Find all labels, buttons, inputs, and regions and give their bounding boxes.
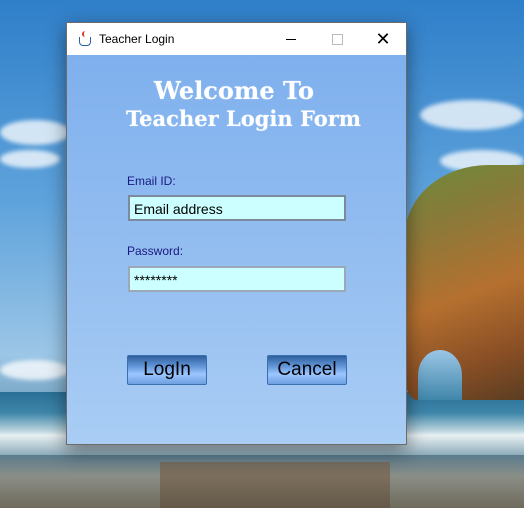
email-field[interactable]: Email address xyxy=(128,195,346,221)
rock-reflection xyxy=(160,462,390,508)
form-panel: Welcome To Teacher Login Form Email ID: … xyxy=(67,55,406,444)
minimize-icon xyxy=(286,38,296,40)
password-field[interactable]: ******** xyxy=(128,266,346,292)
title-bar[interactable]: Teacher Login ✕ xyxy=(67,23,406,55)
close-button[interactable]: ✕ xyxy=(360,23,406,55)
cloud xyxy=(0,150,60,168)
login-window: Teacher Login ✕ Welcome To Teacher Login… xyxy=(66,22,407,445)
rock-arch xyxy=(418,350,462,400)
java-cup-icon xyxy=(77,31,93,47)
email-label: Email ID: xyxy=(127,174,176,188)
cancel-button[interactable]: Cancel xyxy=(267,355,347,385)
maximize-icon xyxy=(331,33,343,45)
form-title-heading: Teacher Login Form xyxy=(125,106,362,131)
window-title: Teacher Login xyxy=(99,32,175,46)
window-controls: ✕ xyxy=(268,23,406,55)
welcome-heading: Welcome To xyxy=(153,76,315,105)
cloud xyxy=(420,100,524,130)
login-button[interactable]: LogIn xyxy=(127,355,207,385)
cloud xyxy=(0,360,70,380)
minimize-button[interactable] xyxy=(268,23,314,55)
cloud xyxy=(0,120,70,145)
maximize-button[interactable] xyxy=(314,23,360,55)
close-icon: ✕ xyxy=(375,28,391,49)
password-label: Password: xyxy=(127,244,184,258)
